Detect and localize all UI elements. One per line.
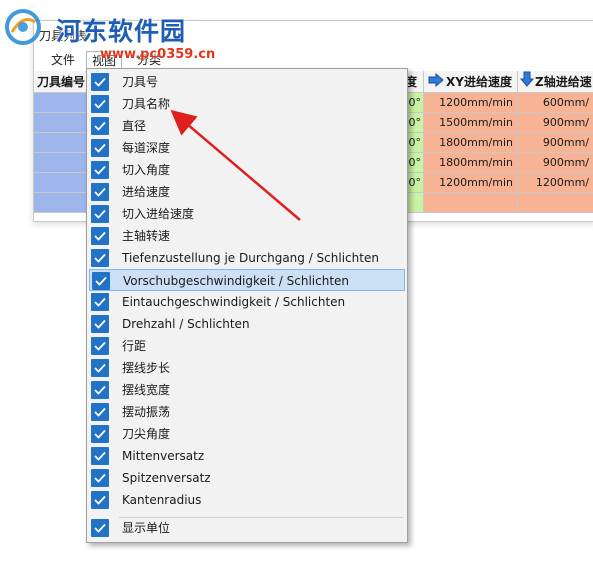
xy-feed-cell[interactable]: 1200mm/min: [424, 93, 518, 113]
arrow-right-icon: [428, 72, 444, 93]
checkbox-checked-icon: [91, 117, 109, 135]
menu-item-column[interactable]: 摆线宽度: [89, 379, 405, 401]
menu-item-label: Vorschubgeschwindigkeit / Schlichten: [123, 274, 350, 288]
menu-file[interactable]: 文件: [46, 51, 80, 69]
menu-item-label: 进给速度: [122, 185, 171, 199]
header-z-feed[interactable]: Z轴进给速: [518, 71, 593, 93]
checkbox-checked-icon: [91, 249, 109, 267]
menu-item-column[interactable]: 刀具号: [89, 71, 405, 93]
xy-feed-cell[interactable]: 1200mm/min: [424, 173, 518, 193]
header-xy-feed[interactable]: XY进给速度: [424, 71, 518, 93]
checkbox-checked-icon: [91, 447, 109, 465]
checkbox-checked-icon: [91, 73, 109, 91]
menu-item-label: Eintauchgeschwindigkeit / Schlichten: [122, 295, 346, 309]
menu-item-show-units[interactable]: 显示单位: [89, 517, 405, 539]
checkbox-checked-icon: [91, 337, 109, 355]
view-columns-dropdown: 刀具号刀具名称直径每道深度切入角度进给速度切入进给速度 主轴转速 Tiefenzus…: [86, 68, 408, 543]
menu-item-column[interactable]: 刀具名称: [89, 93, 405, 115]
tool-number-cell[interactable]: [34, 193, 88, 213]
z-feed-cell[interactable]: 1200mm/: [518, 173, 593, 193]
checkbox-checked-icon: [91, 205, 109, 223]
menu-item-label: 摆线步长: [122, 361, 171, 375]
menu-item-column[interactable]: 摆线步长: [89, 357, 405, 379]
tool-number-cell[interactable]: [34, 93, 88, 113]
tool-number-cell[interactable]: [34, 153, 88, 173]
menu-item-label: 刀尖角度: [122, 427, 171, 441]
menu-item-label: Mittenversatz: [122, 449, 205, 463]
checkbox-checked-icon: [91, 403, 109, 421]
checkbox-checked-icon: [91, 227, 109, 245]
checkbox-checked-icon: [91, 293, 109, 311]
menu-item-column[interactable]: 行距: [89, 335, 405, 357]
xy-feed-cell[interactable]: [424, 193, 518, 213]
z-feed-cell[interactable]: 900mm/: [518, 133, 593, 153]
menu-item-label: 切入进给速度: [122, 207, 195, 221]
menu-item-column[interactable]: 主轴转速: [89, 225, 405, 247]
menu-item-label: 摆线宽度: [122, 383, 171, 397]
menu-item-label: Tiefenzustellung je Durchgang / Schlicht…: [122, 251, 379, 265]
menu-item-label: 摆动振荡: [122, 405, 171, 419]
checkbox-checked-icon: [91, 469, 109, 487]
checkbox-checked-icon: [91, 161, 109, 179]
watermark-url: www.pc0359.cn: [100, 47, 216, 62]
checkbox-checked-icon: [91, 315, 109, 333]
tool-number-cell[interactable]: [34, 173, 88, 193]
xy-feed-cell[interactable]: 1800mm/min: [424, 153, 518, 173]
menu-item-label: 刀具号: [122, 75, 159, 89]
watermark-site-name: 河东软件园: [56, 17, 187, 46]
menu-item-label: 切入角度: [122, 163, 171, 177]
checkbox-checked-icon: [92, 272, 110, 290]
menu-item-column[interactable]: 摆动振荡: [89, 401, 405, 423]
menu-item-label: 显示单位: [122, 521, 171, 535]
menu-item-column[interactable]: 刀尖角度: [89, 423, 405, 445]
checkbox-checked-icon: [91, 359, 109, 377]
menu-item-column[interactable]: Vorschubgeschwindigkeit / Schlichten: [89, 269, 405, 291]
menu-item-label: 主轴转速: [122, 229, 171, 243]
menu-item-label: 刀具名称: [122, 97, 171, 111]
checkbox-checked-icon: [91, 491, 109, 509]
menu-item-column[interactable]: 每道深度: [89, 137, 405, 159]
menu-item-label: Spitzenversatz: [122, 471, 211, 485]
menu-item-column[interactable]: Spitzenversatz: [89, 467, 405, 489]
checkbox-checked-icon: [91, 95, 109, 113]
menu-item-column[interactable]: Mittenversatz: [89, 445, 405, 467]
xy-feed-cell[interactable]: 1800mm/min: [424, 133, 518, 153]
menu-item-column[interactable]: 切入进给速度: [89, 203, 405, 225]
xy-feed-cell[interactable]: 1500mm/min: [424, 113, 518, 133]
menu-item-label: Kantenradius: [122, 493, 202, 507]
tool-number-cell[interactable]: [34, 113, 88, 133]
menu-item-column[interactable]: 进给速度: [89, 181, 405, 203]
checkbox-checked-icon: [91, 519, 109, 537]
menu-item-label: 直径: [122, 119, 147, 133]
watermark-logo-icon: [4, 8, 42, 46]
menu-item-column[interactable]: Kantenradius: [89, 489, 405, 511]
checkbox-checked-icon: [91, 425, 109, 443]
z-feed-cell[interactable]: 900mm/: [518, 153, 593, 173]
menu-item-column[interactable]: Tiefenzustellung je Durchgang / Schlicht…: [89, 247, 405, 269]
menu-item-label: Drehzahl / Schlichten: [122, 317, 250, 331]
menu-item-column[interactable]: Drehzahl / Schlichten: [89, 313, 405, 335]
menu-item-label: 行距: [122, 339, 147, 353]
header-tool-number[interactable]: 刀具编号: [34, 71, 88, 93]
menu-item-column[interactable]: Eintauchgeschwindigkeit / Schlichten: [89, 291, 405, 313]
z-feed-cell[interactable]: 600mm/: [518, 93, 593, 113]
menu-item-column[interactable]: 切入角度: [89, 159, 405, 181]
tool-number-cell[interactable]: [34, 133, 88, 153]
z-feed-cell[interactable]: 900mm/: [518, 113, 593, 133]
menu-item-column[interactable]: 直径: [89, 115, 405, 137]
z-feed-cell[interactable]: [518, 193, 593, 213]
checkbox-checked-icon: [91, 183, 109, 201]
menu-item-label: 每道深度: [122, 141, 171, 155]
checkbox-checked-icon: [91, 381, 109, 399]
checkbox-checked-icon: [91, 139, 109, 157]
arrow-down-icon: [519, 71, 535, 92]
